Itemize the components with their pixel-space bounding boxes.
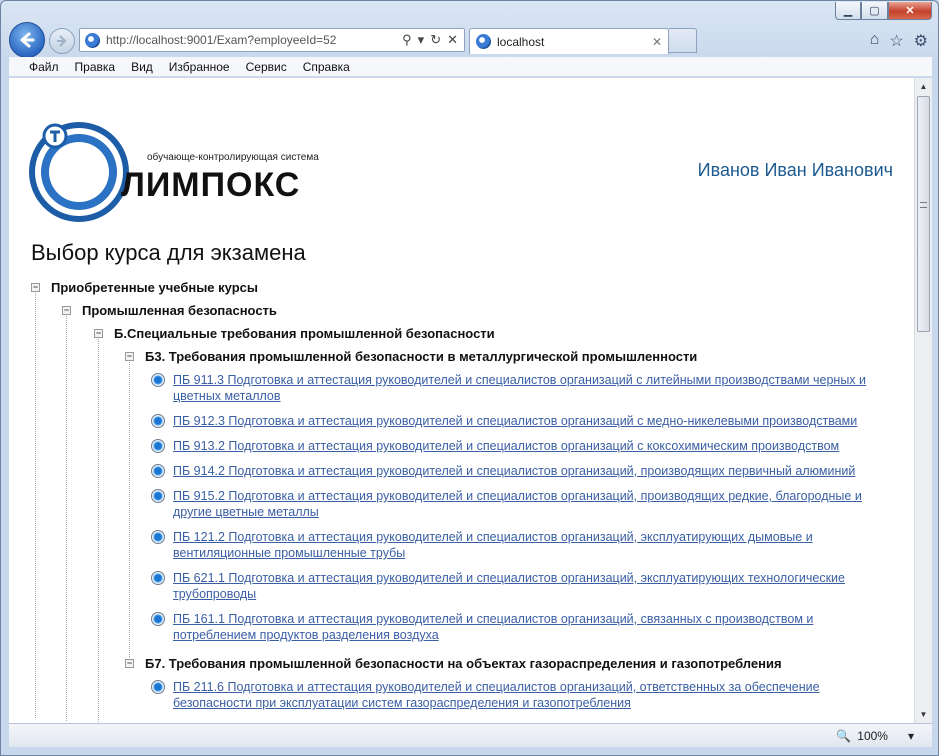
menu-file[interactable]: Файл xyxy=(9,60,67,74)
course-radio[interactable] xyxy=(151,414,165,428)
vertical-scrollbar[interactable]: ▲ ▼ xyxy=(914,78,932,723)
scroll-thumb[interactable] xyxy=(917,96,930,332)
window-controls: ▁ ▢ ✕ xyxy=(835,2,932,20)
course-link[interactable]: ПБ 911.3 Подготовка и аттестация руковод… xyxy=(173,373,866,403)
address-bar[interactable]: ⚲ ▾ ↻ ✕ xyxy=(79,28,465,52)
page-viewport: обучающе-контролирующая система ЛИМПОКС … xyxy=(9,78,914,723)
course-link[interactable]: ПБ 121.2 Подготовка и аттестация руковод… xyxy=(173,530,813,560)
browser-window: ▁ ▢ ✕ ⚲ ▾ ↻ ✕ localhost ✕ ⌂ ☆ ⚙ Файл Пра… xyxy=(0,0,939,756)
course-radio[interactable] xyxy=(151,530,165,544)
tab-close-icon[interactable]: ✕ xyxy=(652,35,662,49)
address-tools: ⚲ ▾ ↻ ✕ xyxy=(402,32,464,48)
course-link[interactable]: ПБ 161.1 Подготовка и аттестация руковод… xyxy=(173,612,813,642)
stop-icon[interactable]: ✕ xyxy=(447,32,458,48)
scroll-up-icon[interactable]: ▲ xyxy=(915,78,932,95)
course-radio[interactable] xyxy=(151,680,165,694)
list-item[interactable]: ПБ 913.2 Подготовка и аттестация руковод… xyxy=(31,438,911,463)
minimize-button[interactable]: ▁ xyxy=(835,2,861,20)
tree-node-b7[interactable]: − Б7. Требования промышленной безопаснос… xyxy=(31,652,911,675)
logo: обучающе-контролирующая система ЛИМПОКС xyxy=(29,120,329,224)
course-link[interactable]: ПБ 913.2 Подготовка и аттестация руковод… xyxy=(173,439,839,453)
refresh-icon[interactable]: ↻ xyxy=(430,32,441,48)
course-radio[interactable] xyxy=(151,489,165,503)
gear-icon[interactable]: ⚙ xyxy=(914,31,928,51)
tree-node-special-requirements[interactable]: − Б.Специальные требования промышленной … xyxy=(31,322,911,345)
scroll-down-icon[interactable]: ▼ xyxy=(915,706,932,723)
menu-edit[interactable]: Правка xyxy=(67,60,124,74)
collapse-icon[interactable]: − xyxy=(31,283,40,292)
logo-name: ЛИМПОКС xyxy=(121,166,301,204)
menu-bar: Файл Правка Вид Избранное Сервис Справка xyxy=(9,57,932,77)
menu-favorites[interactable]: Избранное xyxy=(161,60,238,74)
tree-node-b3[interactable]: − Б3. Требования промышленной безопаснос… xyxy=(31,345,911,368)
course-link[interactable]: ПБ 914.2 Подготовка и аттестация руковод… xyxy=(173,464,855,478)
tree-node-root[interactable]: − Приобретенные учебные курсы xyxy=(31,276,911,299)
ie-page-icon xyxy=(476,34,491,49)
back-button[interactable] xyxy=(9,22,45,58)
home-icon[interactable]: ⌂ xyxy=(870,31,880,51)
list-item[interactable]: ПБ 911.3 Подготовка и аттестация руковод… xyxy=(31,372,911,413)
zoom-level: 100% xyxy=(857,729,888,743)
page-title: Выбор курса для экзамена xyxy=(31,240,306,265)
search-icon[interactable]: ⚲ xyxy=(402,32,412,48)
list-item[interactable]: ПБ 621.1 Подготовка и аттестация руковод… xyxy=(31,570,911,611)
list-item[interactable]: ПБ 915.2 Подготовка и аттестация руковод… xyxy=(31,488,911,529)
course-radio[interactable] xyxy=(151,464,165,478)
tab-label: localhost xyxy=(497,34,545,49)
course-link[interactable]: ПБ 621.1 Подготовка и аттестация руковод… xyxy=(173,571,845,601)
favorites-star-icon[interactable]: ☆ xyxy=(889,31,903,51)
course-radio[interactable] xyxy=(151,571,165,585)
course-radio[interactable] xyxy=(151,373,165,387)
new-tab-button[interactable] xyxy=(669,28,697,53)
dropdown-icon[interactable]: ▾ xyxy=(418,32,425,48)
list-item[interactable]: ПБ 914.2 Подготовка и аттестация руковод… xyxy=(31,463,911,488)
user-name[interactable]: Иванов Иван Иванович xyxy=(698,160,893,181)
course-link[interactable]: ПБ 211.6 Подготовка и аттестация руковод… xyxy=(173,680,820,710)
course-radio[interactable] xyxy=(151,439,165,453)
list-item[interactable]: ПБ 211.6 Подготовка и аттестация руковод… xyxy=(31,679,911,720)
course-link[interactable]: ПБ 912.3 Подготовка и аттестация руковод… xyxy=(173,414,857,428)
chevron-down-icon[interactable]: ▾ xyxy=(908,729,914,743)
menu-help[interactable]: Справка xyxy=(295,60,358,74)
logo-subtitle: обучающе-контролирующая система xyxy=(147,152,319,163)
list-item[interactable]: ПБ 912.3 Подготовка и аттестация руковод… xyxy=(31,413,911,438)
ie-page-icon xyxy=(85,32,100,48)
status-bar: 🔍 100% ▾ xyxy=(9,723,932,747)
menu-tools[interactable]: Сервис xyxy=(238,60,295,74)
toolbar-right: ⌂ ☆ ⚙ xyxy=(870,31,928,51)
tab-localhost[interactable]: localhost ✕ xyxy=(469,28,669,54)
address-input[interactable] xyxy=(106,33,386,47)
zoom-icon: 🔍 xyxy=(836,729,852,743)
grip-icon xyxy=(920,202,927,208)
tree-node-industrial-safety[interactable]: − Промышленная безопасность xyxy=(31,299,911,322)
maximize-button[interactable]: ▢ xyxy=(861,2,888,20)
forward-button[interactable] xyxy=(49,28,75,54)
zoom-control[interactable]: 🔍 100% ▾ xyxy=(836,729,914,743)
course-link[interactable]: ПБ 915.2 Подготовка и аттестация руковод… xyxy=(173,489,862,519)
list-item[interactable]: ПБ 121.2 Подготовка и аттестация руковод… xyxy=(31,529,911,570)
collapse-icon[interactable]: − xyxy=(62,306,71,315)
collapse-icon[interactable]: − xyxy=(94,329,103,338)
list-item[interactable]: ПБ 161.1 Подготовка и аттестация руковод… xyxy=(31,611,911,652)
close-window-button[interactable]: ✕ xyxy=(888,2,932,20)
forward-arrow-icon xyxy=(57,35,67,47)
collapse-icon[interactable]: − xyxy=(125,659,134,668)
menu-view[interactable]: Вид xyxy=(123,60,161,74)
back-arrow-icon xyxy=(20,32,35,48)
course-tree: − Приобретенные учебные курсы − Промышле… xyxy=(31,276,911,723)
collapse-icon[interactable]: − xyxy=(125,352,134,361)
course-radio[interactable] xyxy=(151,612,165,626)
